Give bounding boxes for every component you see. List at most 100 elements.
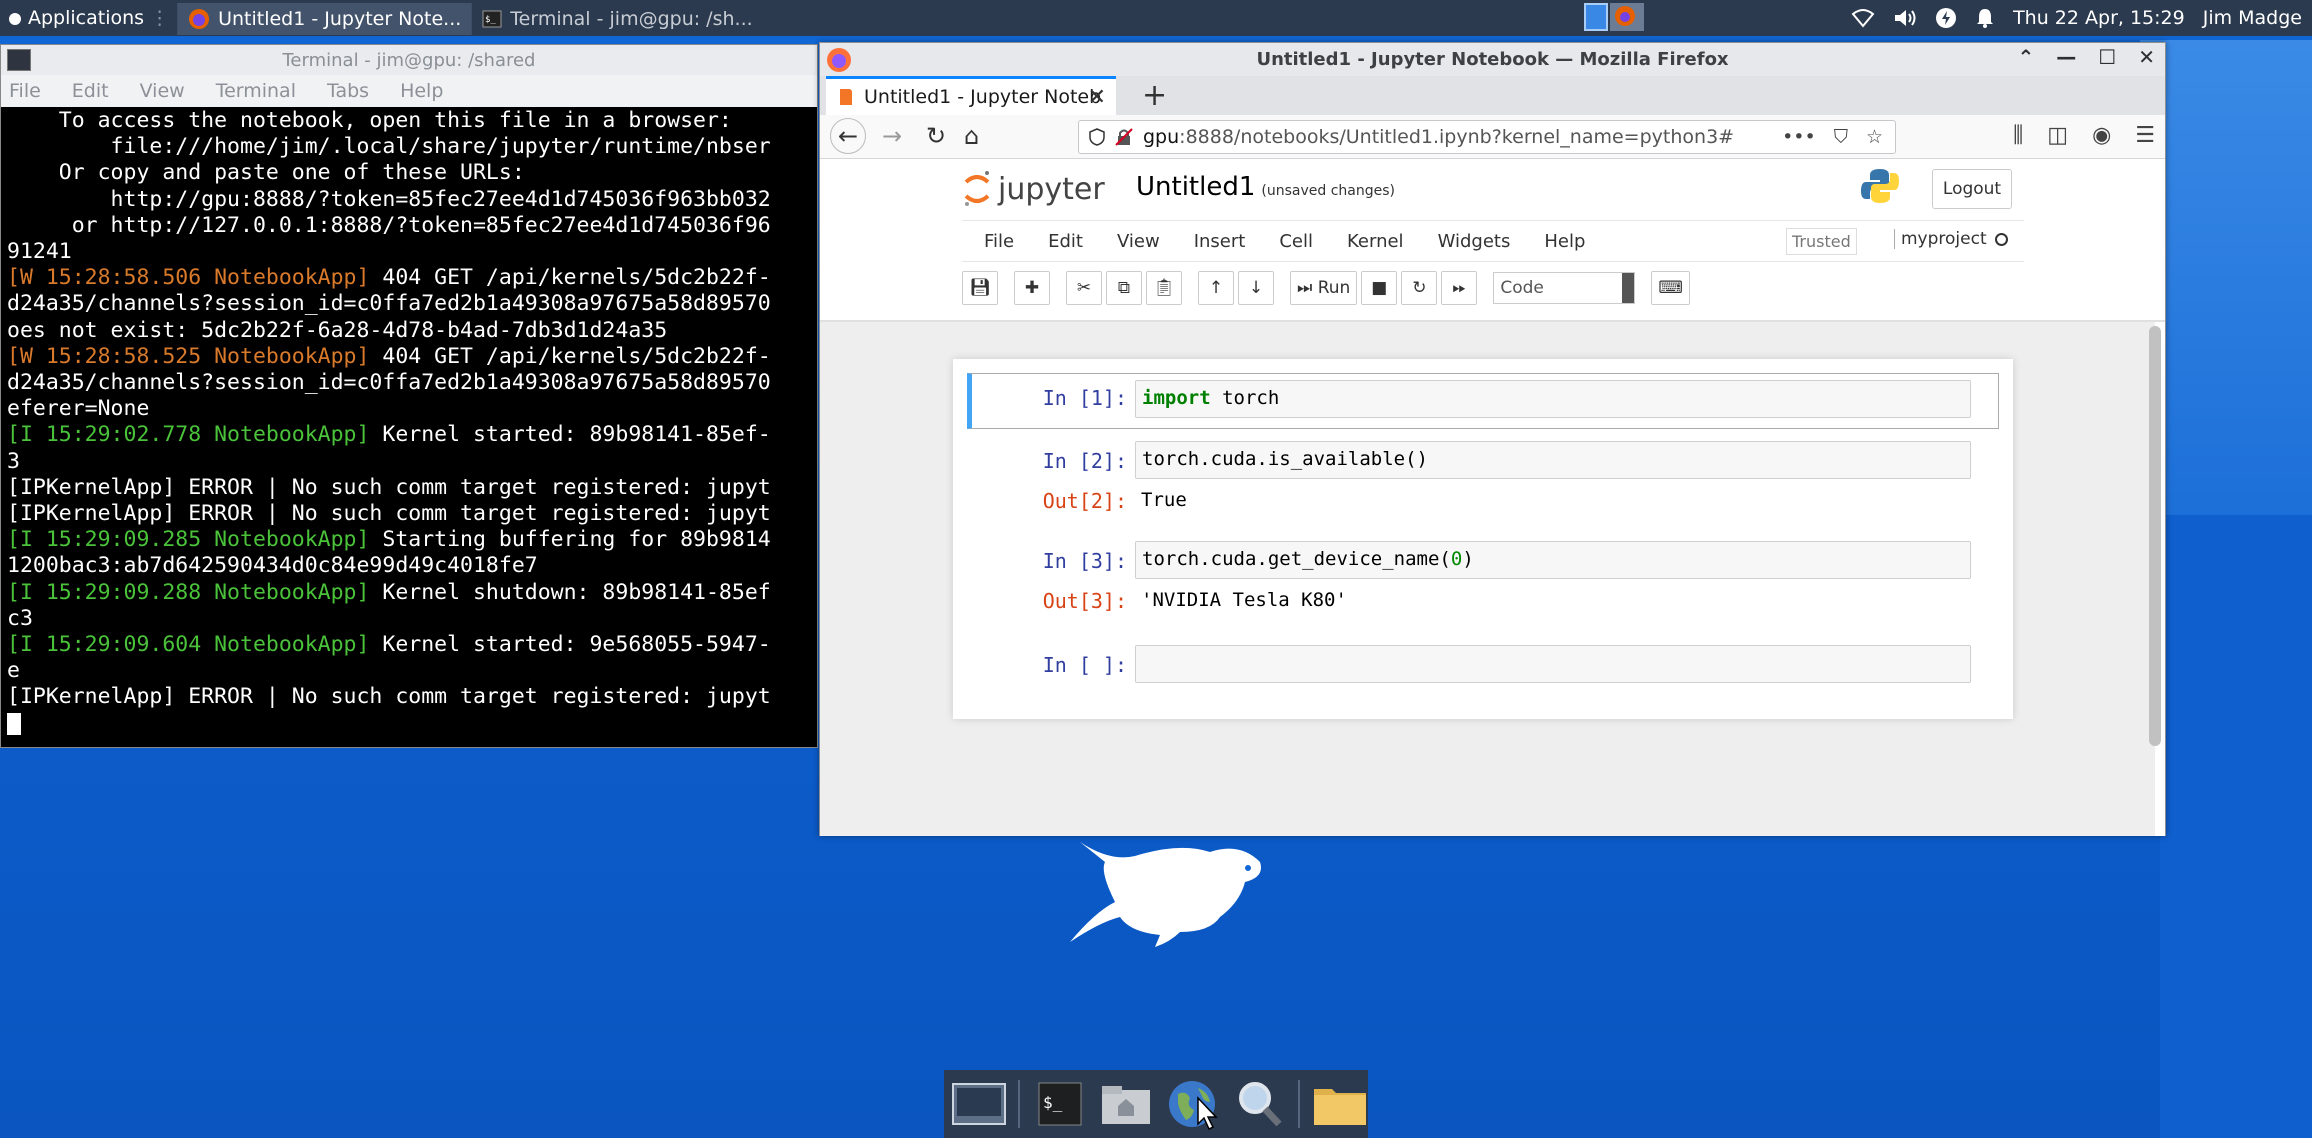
wifi-icon[interactable]	[1851, 8, 1875, 28]
command-palette-button[interactable]: ⌨	[1651, 271, 1690, 305]
jupyter-menu-edit[interactable]: Edit	[1048, 231, 1083, 252]
library-icon[interactable]: ⫼	[2013, 123, 2023, 148]
workspace-1[interactable]	[1584, 3, 1608, 31]
forward-button[interactable]: →	[882, 122, 902, 150]
jupyter-menu-cell[interactable]: Cell	[1279, 231, 1313, 252]
restart-button[interactable]: ↻	[1401, 271, 1438, 305]
log-text: d24a35/channels?session_id=c0ffa7ed2b1a4…	[7, 370, 771, 396]
firefox-titlebar[interactable]: Untitled1 - Jupyter Notebook — Mozilla F…	[820, 43, 2165, 76]
new-tab-button[interactable]: +	[1142, 78, 1167, 113]
jupyter-menu-help[interactable]: Help	[1544, 231, 1585, 252]
home-button[interactable]: ⌂	[964, 122, 979, 150]
applications-menu[interactable]: Applications ⋮	[0, 0, 177, 36]
tab-strip: Untitled1 - Jupyter Noteb ✕ +	[820, 76, 2165, 115]
terminal-menu-help[interactable]: Help	[400, 80, 443, 102]
code-cell[interactable]: In [3]: torch.cuda.get_device_name(0) Ou…	[967, 541, 1999, 617]
hamburger-menu-icon[interactable]: ☰	[2135, 123, 2155, 148]
terminal-output[interactable]: To access the notebook, open this file i…	[1, 107, 817, 747]
terminal-menu-edit[interactable]: Edit	[72, 80, 109, 102]
code-input[interactable]: import torch	[1135, 380, 1971, 418]
minimize-button[interactable]: —	[2056, 45, 2076, 69]
code-input[interactable]: torch.cuda.is_available()	[1135, 441, 1971, 479]
code-input-empty[interactable]	[1135, 645, 1971, 683]
log-text: d24a35/channels?session_id=c0ffa7ed2b1a4…	[7, 291, 771, 317]
code-cell[interactable]: In [1]: import torch	[967, 373, 1999, 429]
cut-button[interactable]: ✂	[1066, 271, 1102, 305]
taskbar-item-terminal[interactable]: $_ Terminal - jim@gpu: /sh...	[471, 3, 762, 35]
taskbar-item-firefox[interactable]: Untitled1 - Jupyter Note...	[177, 3, 472, 35]
maximize-button[interactable]: ☐	[2098, 45, 2116, 69]
jupyter-menu-view[interactable]: View	[1117, 231, 1160, 252]
dock-folder[interactable]	[1312, 1075, 1368, 1133]
jupyter-logo[interactable]: jupyter	[962, 168, 1105, 210]
jupyter-menu-insert[interactable]: Insert	[1194, 231, 1246, 252]
code-input[interactable]: torch.cuda.get_device_name(0)	[1135, 541, 1971, 579]
pocket-icon[interactable]: ⛉	[1834, 126, 1848, 148]
sidebar-icon[interactable]: ◫	[2047, 123, 2068, 148]
power-icon[interactable]	[1935, 7, 1957, 29]
trusted-indicator[interactable]: Trusted	[1786, 228, 1857, 255]
top-panel: Applications ⋮ Untitled1 - Jupyter Note.…	[0, 0, 2312, 36]
volume-icon[interactable]	[1893, 8, 1917, 28]
terminal-menu-file[interactable]: File	[9, 80, 41, 102]
log-text: oes not exist: 5dc2b22f-6a28-4d78-b4ad-7…	[7, 317, 668, 343]
bookmark-star-icon[interactable]: ☆	[1866, 126, 1883, 148]
dock-search[interactable]	[1232, 1075, 1286, 1133]
logout-button[interactable]: Logout	[1932, 169, 2012, 209]
terminal-menu-tabs[interactable]: Tabs	[327, 80, 369, 102]
move-up-button[interactable]: ↑	[1198, 271, 1234, 305]
reload-button[interactable]: ↻	[926, 122, 946, 150]
workspace-2[interactable]	[1610, 3, 1644, 31]
page-actions-icon[interactable]: •••	[1782, 126, 1816, 148]
dock-show-desktop[interactable]	[952, 1075, 1007, 1133]
code-text: )	[1462, 548, 1474, 570]
close-button[interactable]: ✕	[2138, 45, 2155, 69]
jupyter-menu-kernel[interactable]: Kernel	[1347, 231, 1404, 252]
terminal-icon	[7, 49, 31, 71]
mouse-cursor-icon	[1197, 1096, 1218, 1131]
terminal-cursor	[7, 712, 21, 735]
url-bar[interactable]: gpu:8888/notebooks/Untitled1.ipynb?kerne…	[1078, 120, 1896, 154]
run-button[interactable]: ⏭︎ Run	[1290, 271, 1358, 305]
cell-type-select[interactable]: Code	[1493, 272, 1636, 304]
copy-button[interactable]: ⧉	[1106, 271, 1142, 305]
kernel-indicator[interactable]: myproject	[1894, 229, 2008, 249]
move-down-button[interactable]: ↓	[1238, 271, 1274, 305]
log-prefix: [W 15:28:58.506 NotebookApp]	[7, 265, 370, 291]
shield-icon[interactable]	[1089, 128, 1105, 146]
taskbar-item-label: Untitled1 - Jupyter Note...	[218, 8, 462, 30]
step-forward-icon: ⏭︎	[1297, 278, 1313, 298]
terminal-line: eferer=None	[7, 396, 817, 422]
page-scrollbar[interactable]	[2149, 326, 2161, 746]
shade-button[interactable]: ⌃	[2018, 45, 2035, 69]
save-button[interactable]: 💾︎	[962, 271, 998, 305]
terminal-menu-terminal[interactable]: Terminal	[216, 80, 296, 102]
browser-tab-jupyter[interactable]: Untitled1 - Jupyter Noteb ✕	[826, 76, 1116, 115]
log-prefix: [I 15:29:09.604 NotebookApp]	[7, 632, 370, 658]
user-name[interactable]: Jim Madge	[2203, 7, 2302, 29]
terminal-menu-view[interactable]: View	[140, 80, 185, 102]
notebook-name[interactable]: Untitled1 (unsaved changes)	[1136, 172, 1395, 202]
back-button[interactable]: ←	[830, 118, 866, 154]
code-cell[interactable]: In [ ]:	[967, 645, 1999, 689]
restart-run-all-button[interactable]: ⏩︎	[1441, 271, 1478, 305]
jupyter-menu-widgets[interactable]: Widgets	[1438, 231, 1511, 252]
account-icon[interactable]: ◉	[2092, 123, 2111, 148]
terminal-line: e	[7, 658, 817, 684]
navigation-bar: ← → ↻ ⌂ gpu:8888/notebooks/Untitled1.ipy…	[820, 115, 2165, 159]
workspace-switcher[interactable]	[1584, 3, 1644, 31]
insert-cell-button[interactable]: ✚	[1014, 271, 1050, 305]
xfce-mouse-logo	[1070, 842, 1261, 947]
paste-button[interactable]: 📋︎	[1146, 271, 1182, 305]
terminal-titlebar[interactable]: Terminal - jim@gpu: /shared	[1, 45, 817, 75]
close-tab-icon[interactable]: ✕	[1088, 85, 1106, 110]
code-cell[interactable]: In [2]: torch.cuda.is_available() Out[2]…	[967, 441, 1999, 517]
dock-terminal[interactable]: $_	[1032, 1075, 1086, 1133]
interrupt-button[interactable]: ■	[1361, 271, 1398, 305]
notification-bell-icon[interactable]	[1975, 7, 1995, 29]
insecure-lock-icon[interactable]	[1115, 128, 1133, 146]
dock-file-manager[interactable]	[1099, 1075, 1153, 1133]
log-text: Kernel started: 9e568055-5947-	[369, 632, 771, 658]
jupyter-menu-file[interactable]: File	[984, 231, 1014, 252]
clock[interactable]: Thu 22 Apr, 15:29	[2013, 7, 2185, 29]
